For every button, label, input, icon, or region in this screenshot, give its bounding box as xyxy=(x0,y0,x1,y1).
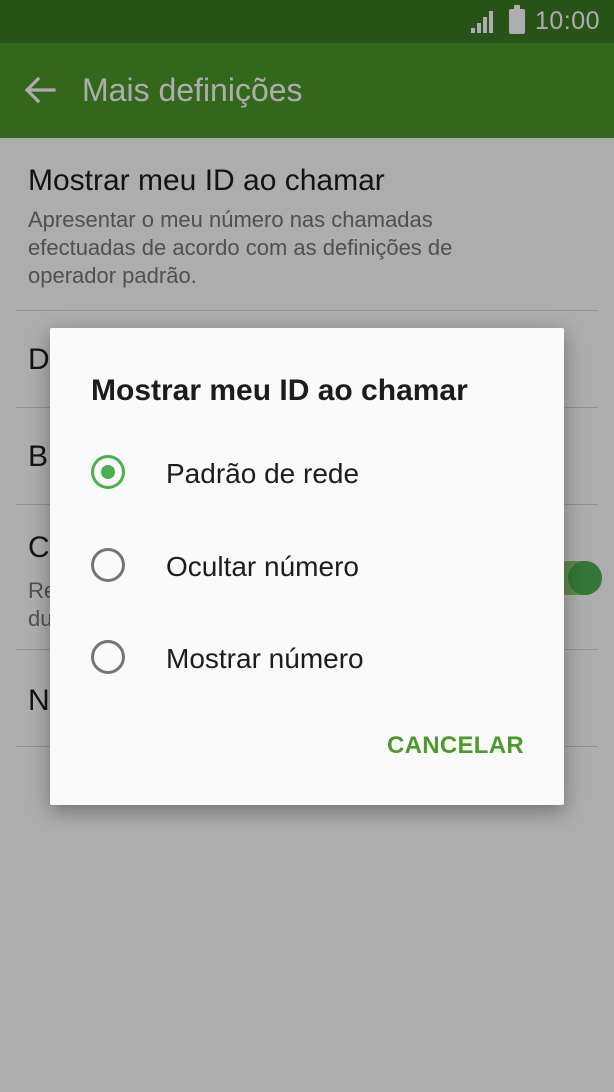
cancel-button[interactable]: CANCELAR xyxy=(387,732,524,760)
radio-label: Padrão de rede xyxy=(166,458,360,489)
radio-dot xyxy=(101,465,115,479)
dialog-title: Mostrar meu ID ao chamar xyxy=(91,374,468,407)
radio-label: Mostrar número xyxy=(166,643,364,674)
radio-option-show-number[interactable]: Mostrar número xyxy=(50,613,564,705)
radio-option-hide-number[interactable]: Ocultar número xyxy=(50,521,564,613)
caller-id-dialog: Mostrar meu ID ao chamar Padrão de rede … xyxy=(50,328,564,805)
radio-unchecked-icon[interactable] xyxy=(91,548,125,582)
radio-option-network-default[interactable]: Padrão de rede xyxy=(50,428,564,520)
radio-checked-icon[interactable] xyxy=(91,455,125,489)
screen: 10:00 Mais definições Mostrar meu ID ao … xyxy=(0,0,614,1092)
radio-unchecked-icon[interactable] xyxy=(91,640,125,674)
radio-label: Ocultar número xyxy=(166,551,359,582)
